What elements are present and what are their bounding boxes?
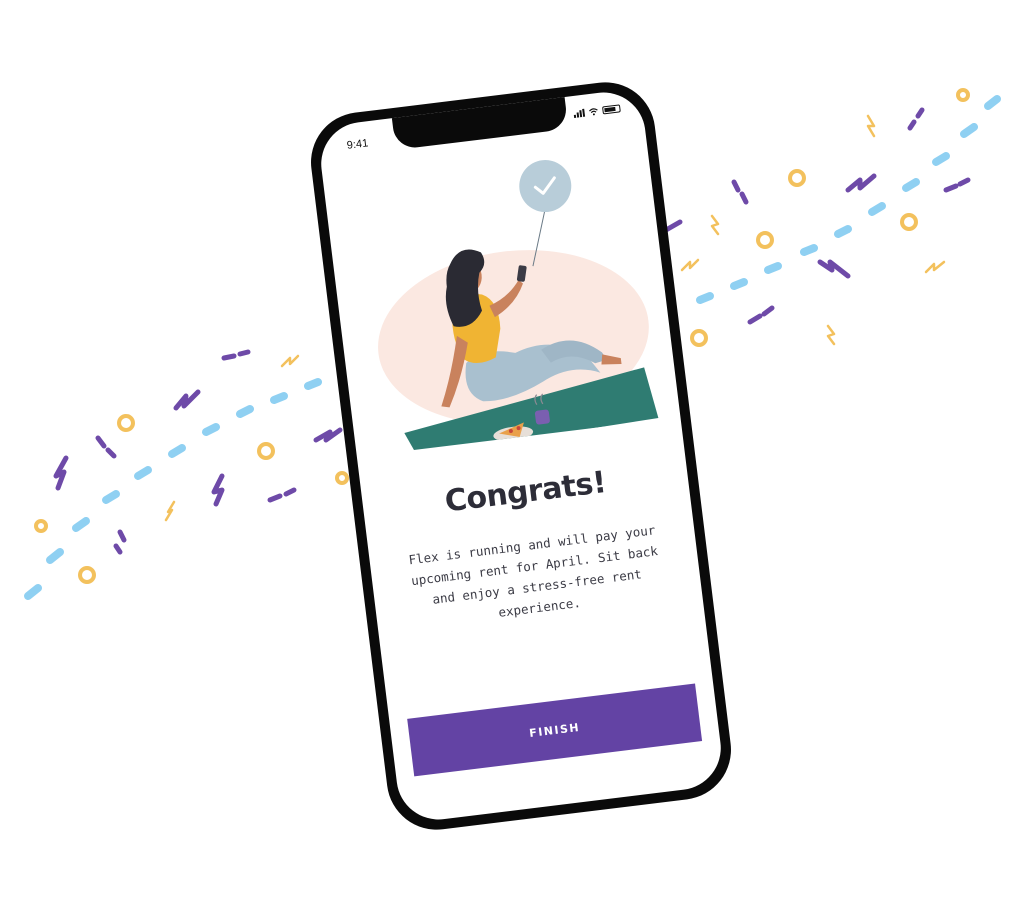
congrats-title: Congrats!	[442, 464, 608, 520]
confirmation-message: Flex is running and will pay your upcomi…	[407, 522, 659, 620]
status-time: 9:41	[346, 137, 369, 152]
battery-icon	[602, 104, 621, 115]
relaxing-woman-illustration	[378, 160, 659, 455]
status-icons	[573, 104, 621, 118]
check-circle-icon	[519, 160, 572, 213]
wifi-icon	[589, 108, 598, 116]
finish-button[interactable]: FINISH	[407, 683, 703, 777]
app-stage: 9:41 Congrats! Flex is running and will …	[0, 0, 1016, 911]
signal-bars-icon	[573, 108, 586, 118]
